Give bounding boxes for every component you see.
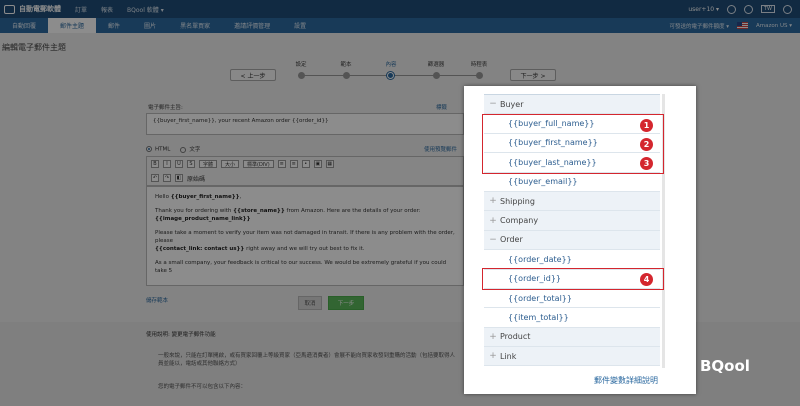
group-link[interactable]: + Link <box>484 347 660 367</box>
collapse-icon: − <box>489 234 497 245</box>
highlight-buyer-names <box>482 114 664 174</box>
expand-icon: + <box>489 331 497 342</box>
number-badge-1: 1 <box>640 119 653 132</box>
group-shipping[interactable]: + Shipping <box>484 191 660 212</box>
tag-order-total[interactable]: {{order_total}} <box>484 288 660 309</box>
watermark-text: BQool <box>700 357 750 375</box>
group-label-product: Product <box>500 332 531 342</box>
tag-help-link[interactable]: 郵件變數詳細說明 <box>594 375 658 386</box>
tag-buyer-email[interactable]: {{buyer_email}} <box>484 172 660 192</box>
expand-icon: + <box>489 215 497 226</box>
wechat-icon <box>672 357 694 375</box>
group-company[interactable]: + Company <box>484 211 660 231</box>
group-label-buyer: Buyer <box>500 99 524 109</box>
expand-icon: + <box>489 351 497 362</box>
group-product[interactable]: + Product <box>484 327 660 348</box>
expand-icon: + <box>489 196 497 207</box>
group-buyer[interactable]: − Buyer <box>484 95 660 115</box>
tag-item-total[interactable]: {{item_total}} <box>484 308 660 328</box>
highlight-order-id <box>482 268 664 290</box>
group-label-order: Order <box>500 235 523 245</box>
tag-order-date[interactable]: {{order_date}} <box>484 250 660 270</box>
number-badge-2: 2 <box>640 138 653 151</box>
watermark: BQool <box>672 357 750 375</box>
group-order[interactable]: − Order <box>484 230 660 251</box>
number-badge-4: 4 <box>640 273 653 286</box>
tag-variable-panel: − Buyer {{buyer_full_name}} {{buyer_first… <box>464 86 696 394</box>
number-badge-3: 3 <box>640 157 653 170</box>
group-label-company: Company <box>500 216 539 226</box>
group-label-shipping: Shipping <box>500 196 535 206</box>
collapse-icon: − <box>489 99 497 110</box>
group-label-link: Link <box>500 351 517 361</box>
